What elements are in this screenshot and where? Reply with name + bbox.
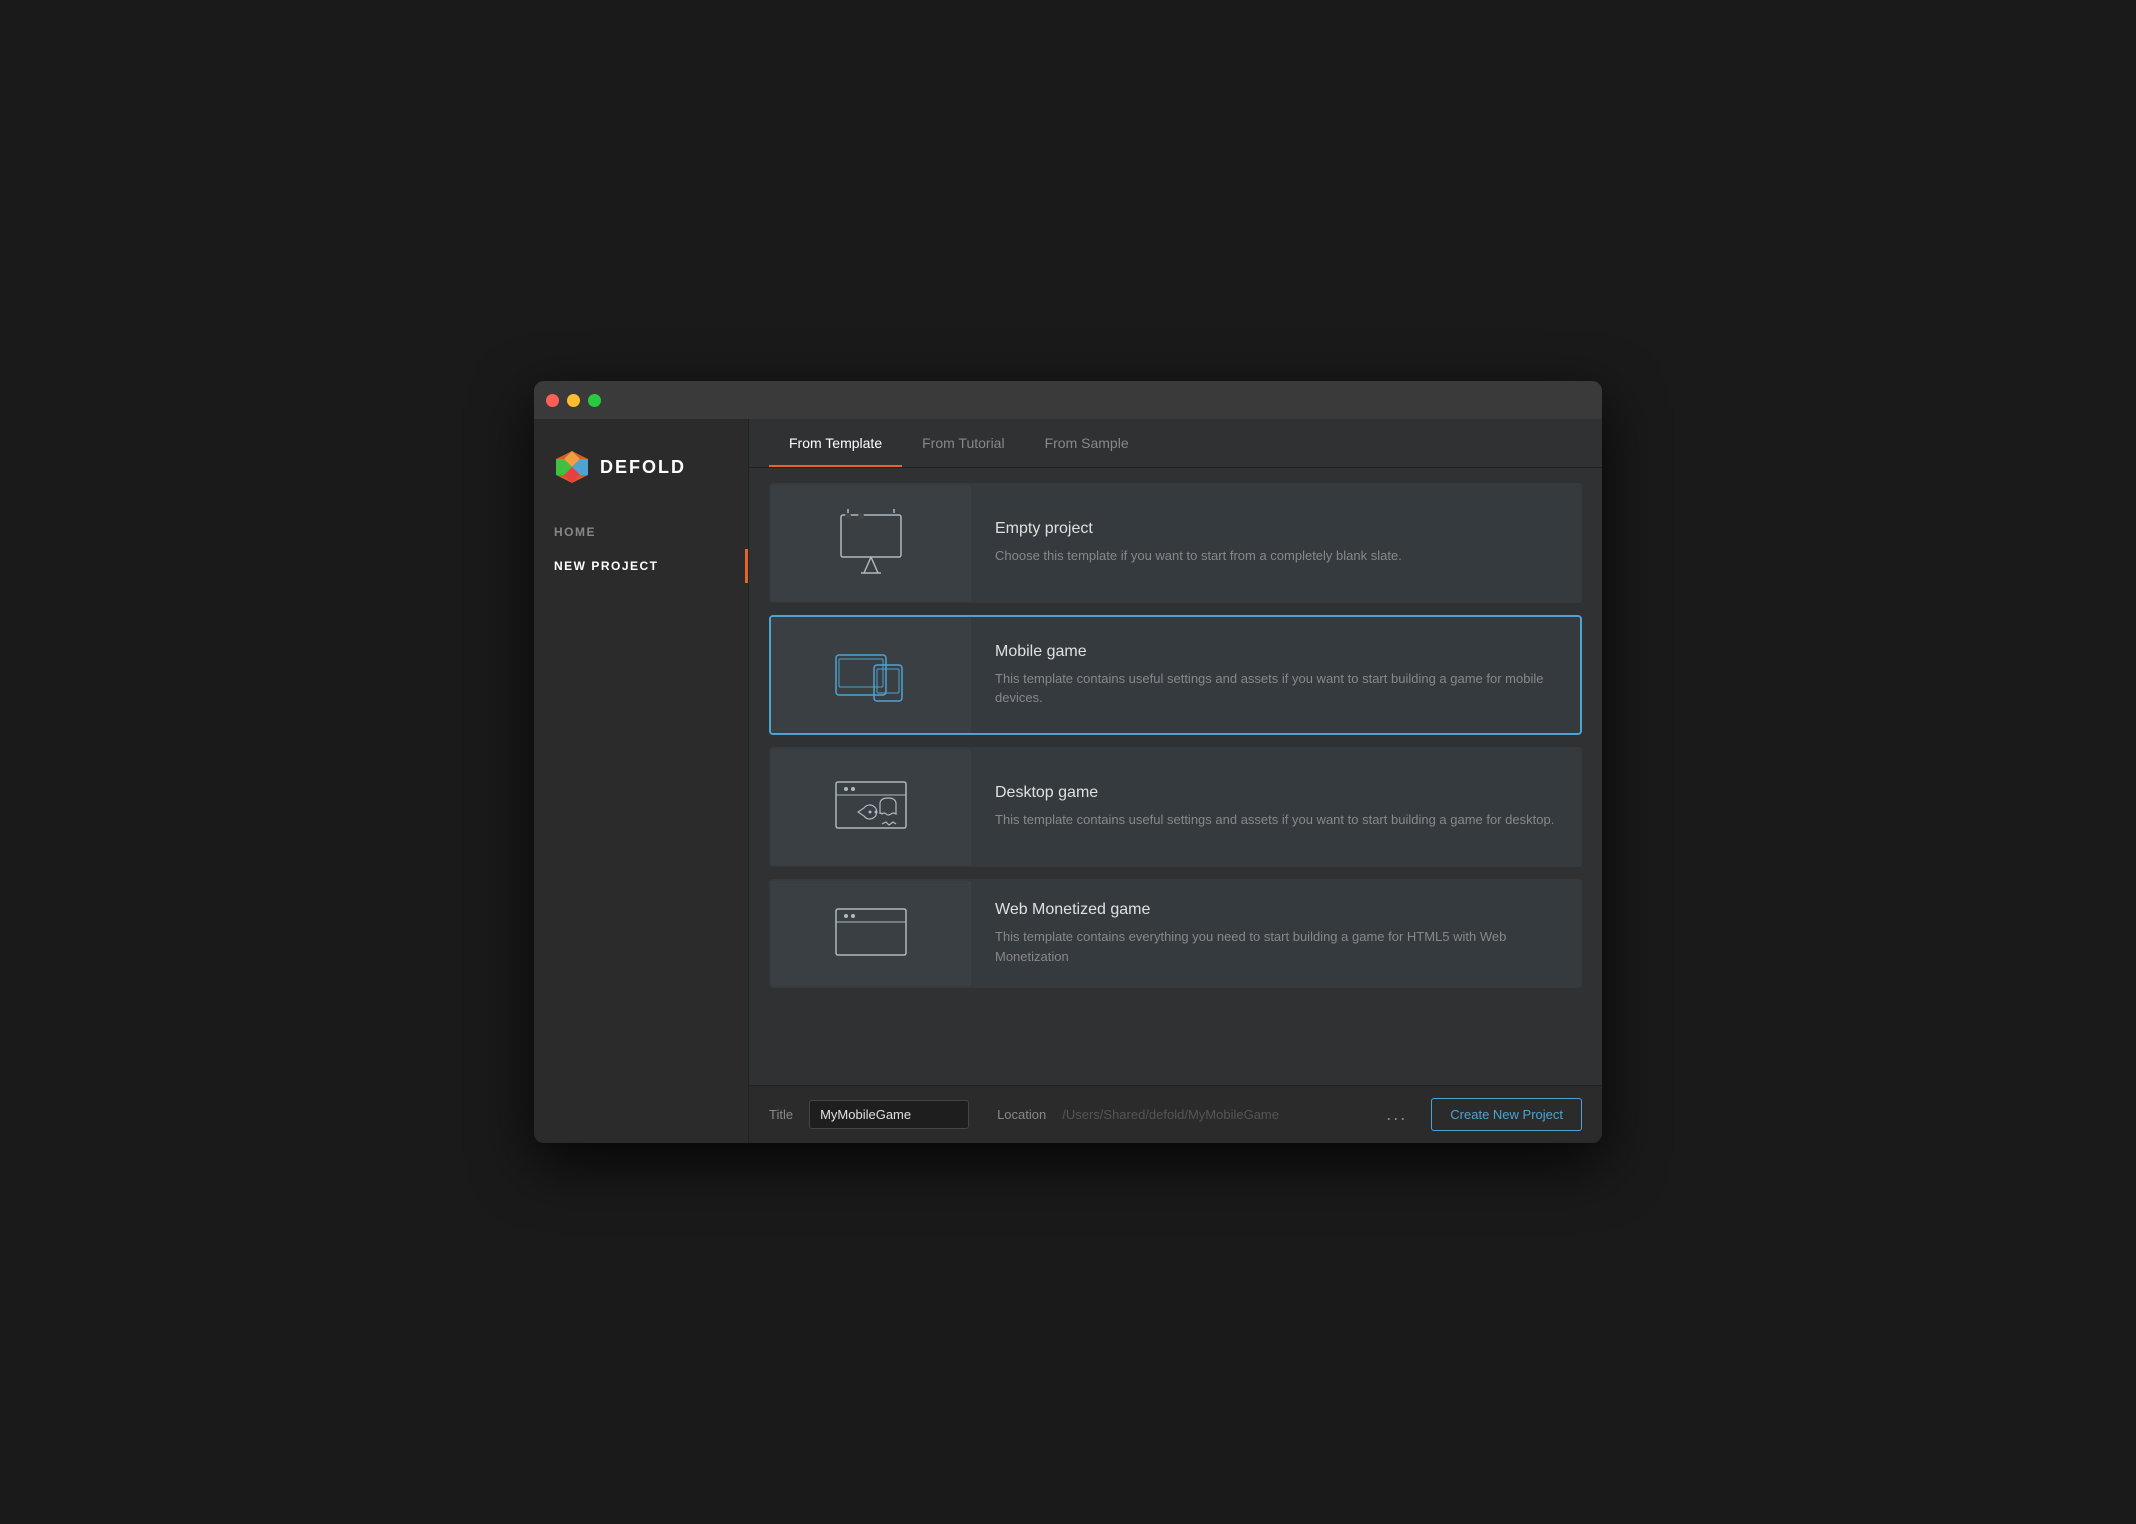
template-name-empty: Empty project [995, 520, 1402, 538]
template-info-desktop: Desktop game This template contains usef… [971, 749, 1578, 865]
template-card-mobile[interactable]: Mobile game This template contains usefu… [769, 615, 1582, 735]
titlebar [534, 381, 1602, 419]
template-card-desktop[interactable]: Desktop game This template contains usef… [769, 747, 1582, 867]
template-card-web[interactable]: Web Monetized game This template contain… [769, 879, 1582, 988]
template-name-desktop: Desktop game [995, 784, 1554, 802]
template-desc-desktop: This template contains useful settings a… [995, 810, 1554, 830]
template-desc-mobile: This template contains useful settings a… [995, 669, 1556, 708]
tab-from-template[interactable]: From Template [769, 419, 902, 467]
desktop-icon [826, 767, 916, 847]
title-label: Title [769, 1107, 793, 1122]
close-button[interactable] [546, 394, 559, 407]
templates-list: Empty project Choose this template if yo… [749, 468, 1602, 1085]
sidebar-item-new-project[interactable]: NEW PROJECT [534, 549, 748, 583]
location-path: /Users/Shared/defold/MyMobileGame [1062, 1107, 1362, 1122]
tabs-bar: From Template From Tutorial From Sample [749, 419, 1602, 468]
location-browse-button[interactable]: ... [1378, 1100, 1415, 1129]
template-info-mobile: Mobile game This template contains usefu… [971, 617, 1580, 733]
easel-icon [826, 503, 916, 583]
main-window: DEFOLD HOME NEW PROJECT From Template Fr… [534, 381, 1602, 1143]
template-icon-desktop [771, 749, 971, 865]
title-input[interactable] [809, 1100, 969, 1129]
sidebar-item-home[interactable]: HOME [534, 515, 748, 549]
logo-area: DEFOLD [534, 439, 748, 515]
template-desc-web: This template contains everything you ne… [995, 927, 1556, 966]
template-card-empty[interactable]: Empty project Choose this template if yo… [769, 483, 1582, 603]
web-icon [826, 894, 916, 974]
tab-from-tutorial[interactable]: From Tutorial [902, 419, 1024, 467]
maximize-button[interactable] [588, 394, 601, 407]
tab-from-sample[interactable]: From Sample [1025, 419, 1149, 467]
template-info-web: Web Monetized game This template contain… [971, 881, 1580, 986]
template-name-mobile: Mobile game [995, 643, 1556, 661]
template-icon-web [771, 881, 971, 986]
template-info-empty: Empty project Choose this template if yo… [971, 485, 1426, 601]
traffic-lights [546, 394, 601, 407]
template-icon-mobile [771, 617, 971, 733]
logo-text: DEFOLD [600, 457, 686, 478]
location-label: Location [997, 1107, 1046, 1122]
nav-items: HOME NEW PROJECT [534, 515, 748, 583]
mobile-icon [826, 635, 916, 715]
sidebar: DEFOLD HOME NEW PROJECT [534, 419, 749, 1143]
template-desc-empty: Choose this template if you want to star… [995, 546, 1402, 566]
bottom-bar: Title Location /Users/Shared/defold/MyMo… [749, 1085, 1602, 1143]
main-layout: DEFOLD HOME NEW PROJECT From Template Fr… [534, 419, 1602, 1143]
content-area: From Template From Tutorial From Sample [749, 419, 1602, 1143]
template-icon-empty [771, 485, 971, 601]
defold-logo-icon [554, 449, 590, 485]
template-name-web: Web Monetized game [995, 901, 1556, 919]
minimize-button[interactable] [567, 394, 580, 407]
create-project-button[interactable]: Create New Project [1431, 1098, 1582, 1131]
